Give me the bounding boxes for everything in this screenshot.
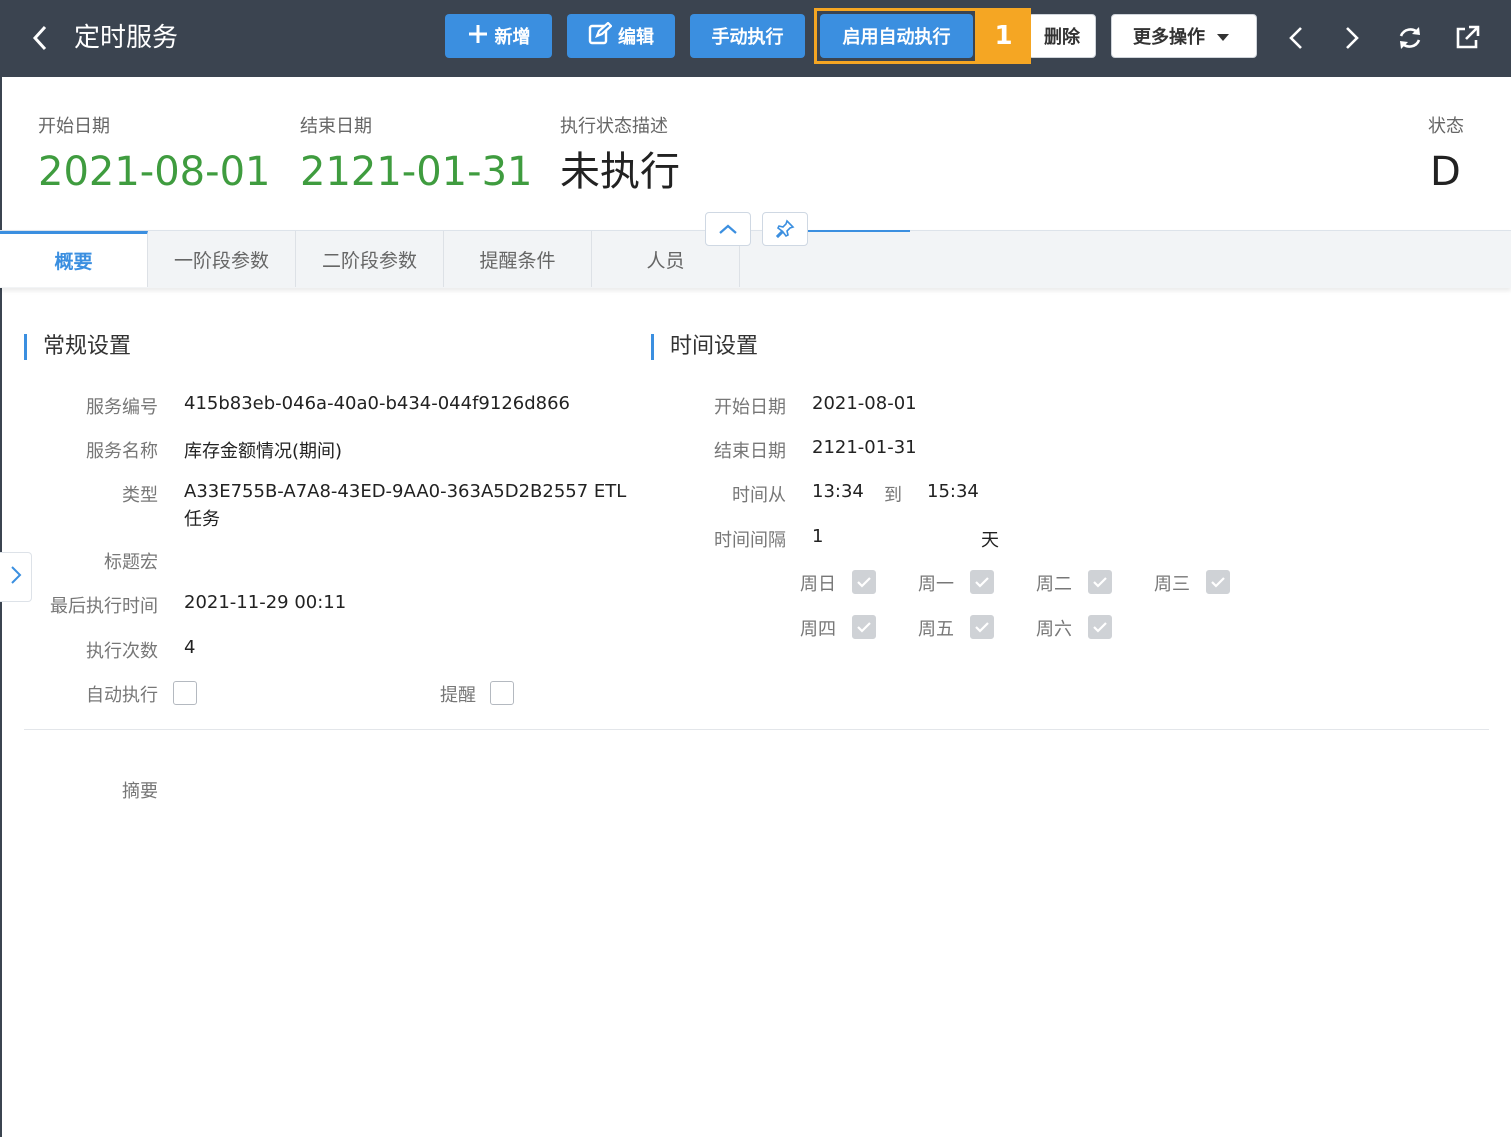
exec-status-label: 执行状态描述	[560, 116, 668, 137]
top-bar: 定时服务 新增 编辑 手动执行 启用自动执行 删除 1 更多操作	[0, 0, 1511, 77]
section-divider	[24, 729, 1489, 730]
tab-label: 概要	[54, 251, 93, 273]
weekday-thu-label: 周四	[800, 619, 836, 640]
weekday-fri-label: 周五	[918, 619, 954, 640]
time-end-date-value: 2121-01-31	[812, 437, 917, 458]
summary-start-date-label: 开始日期	[38, 116, 110, 137]
summary-end-date-label: 结束日期	[300, 116, 372, 137]
delete-button[interactable]: 删除	[1028, 14, 1096, 58]
more-actions-label: 更多操作	[1133, 27, 1205, 48]
chevron-up-icon[interactable]	[705, 212, 751, 246]
service-name-value: 库存金额情况(期间)	[184, 441, 343, 462]
time-end-date-label: 结束日期	[714, 441, 786, 462]
time-to-label: 到	[884, 485, 902, 506]
weekday-sat-label: 周六	[1036, 619, 1072, 640]
remind-label: 提醒	[440, 685, 476, 706]
tab-label: 一阶段参数	[173, 249, 269, 272]
tab-label: 人员	[646, 249, 685, 272]
weekday-thu-checkbox[interactable]	[852, 615, 876, 639]
exec-count-value: 4	[184, 637, 196, 658]
edit-icon	[588, 20, 618, 51]
tab-overview[interactable]: 概要	[0, 231, 148, 287]
next-record-icon[interactable]	[1332, 18, 1372, 58]
type-label: 类型	[122, 485, 158, 506]
delete-button-label: 删除	[1044, 27, 1080, 48]
tab-stage-two-params[interactable]: 二阶段参数	[296, 231, 444, 287]
step-marker: 1	[976, 8, 1031, 64]
status-value: D	[1430, 149, 1461, 195]
service-no-value: 415b83eb-046a-40a0-b434-044f9126d866	[184, 393, 571, 414]
external-link-icon[interactable]	[1447, 18, 1487, 58]
edit-button[interactable]: 编辑	[567, 14, 675, 58]
tab-label: 二阶段参数	[321, 249, 417, 272]
enable-auto-run-button[interactable]: 启用自动执行	[820, 14, 973, 58]
exec-count-label: 执行次数	[86, 641, 158, 662]
edit-button-label: 编辑	[618, 27, 654, 48]
last-exec-label: 最后执行时间	[50, 596, 158, 617]
pin-icon[interactable]	[762, 212, 808, 246]
weekday-tue-checkbox[interactable]	[1088, 570, 1112, 594]
remind-checkbox[interactable]	[490, 681, 514, 705]
summary-end-date: 2121-01-31	[300, 149, 533, 195]
manual-run-label: 手动执行	[711, 27, 784, 48]
service-name-label: 服务名称	[86, 441, 158, 462]
weekday-mon-checkbox[interactable]	[970, 570, 994, 594]
manual-run-button[interactable]: 手动执行	[690, 14, 805, 58]
time-start-date-label: 开始日期	[714, 397, 786, 418]
prev-record-icon[interactable]	[1276, 18, 1316, 58]
interval-value: 1	[812, 526, 824, 547]
tab-stage-one-params[interactable]: 一阶段参数	[148, 231, 296, 287]
add-button-label: 新增	[494, 27, 531, 48]
interval-label: 时间间隔	[714, 530, 786, 551]
time-to-value: 15:34	[927, 481, 979, 502]
type-value-line2: 任务	[184, 509, 220, 530]
interval-unit: 天	[981, 530, 999, 551]
general-settings-title: 常规设置	[24, 334, 131, 360]
title-macro-label: 标题宏	[104, 552, 158, 573]
weekday-wed-label: 周三	[1154, 574, 1190, 595]
weekday-sun-checkbox[interactable]	[852, 570, 876, 594]
enable-auto-run-label: 启用自动执行	[842, 27, 951, 48]
tab-reminder-conditions[interactable]: 提醒条件	[444, 231, 592, 287]
summary-start-date: 2021-08-01	[38, 149, 271, 195]
tab-accent-line	[800, 230, 910, 232]
weekday-wed-checkbox[interactable]	[1206, 570, 1230, 594]
time-settings-title: 时间设置	[651, 334, 758, 360]
weekday-sat-checkbox[interactable]	[1088, 615, 1112, 639]
weekday-tue-label: 周二	[1036, 574, 1072, 595]
weekday-fri-checkbox[interactable]	[970, 615, 994, 639]
weekday-sun-label: 周日	[800, 574, 836, 595]
tab-label: 提醒条件	[479, 249, 556, 272]
time-start-date-value: 2021-08-01	[812, 393, 917, 414]
refresh-icon[interactable]	[1390, 18, 1430, 58]
auto-exec-checkbox[interactable]	[173, 681, 197, 705]
auto-exec-label: 自动执行	[86, 685, 158, 706]
type-value-line1: A33E755B-A7A8-43ED-9AA0-363A5D2B2557 ETL	[184, 481, 627, 502]
page-title: 定时服务	[74, 23, 179, 53]
add-button[interactable]: 新增	[445, 14, 552, 58]
abstract-label: 摘要	[122, 781, 158, 802]
service-no-label: 服务编号	[86, 397, 158, 418]
last-exec-value: 2021-11-29 00:11	[184, 592, 347, 613]
time-from-label: 时间从	[732, 485, 786, 506]
more-actions-dropdown[interactable]: 更多操作	[1111, 14, 1257, 58]
chevron-right-icon	[10, 565, 22, 589]
back-icon[interactable]	[24, 20, 56, 56]
status-label: 状态	[1428, 116, 1464, 137]
plus-icon	[467, 23, 495, 50]
caret-down-icon	[1217, 26, 1235, 47]
exec-status-value: 未执行	[560, 149, 680, 195]
time-from-value: 13:34	[812, 481, 864, 502]
weekday-mon-label: 周一	[918, 574, 954, 595]
